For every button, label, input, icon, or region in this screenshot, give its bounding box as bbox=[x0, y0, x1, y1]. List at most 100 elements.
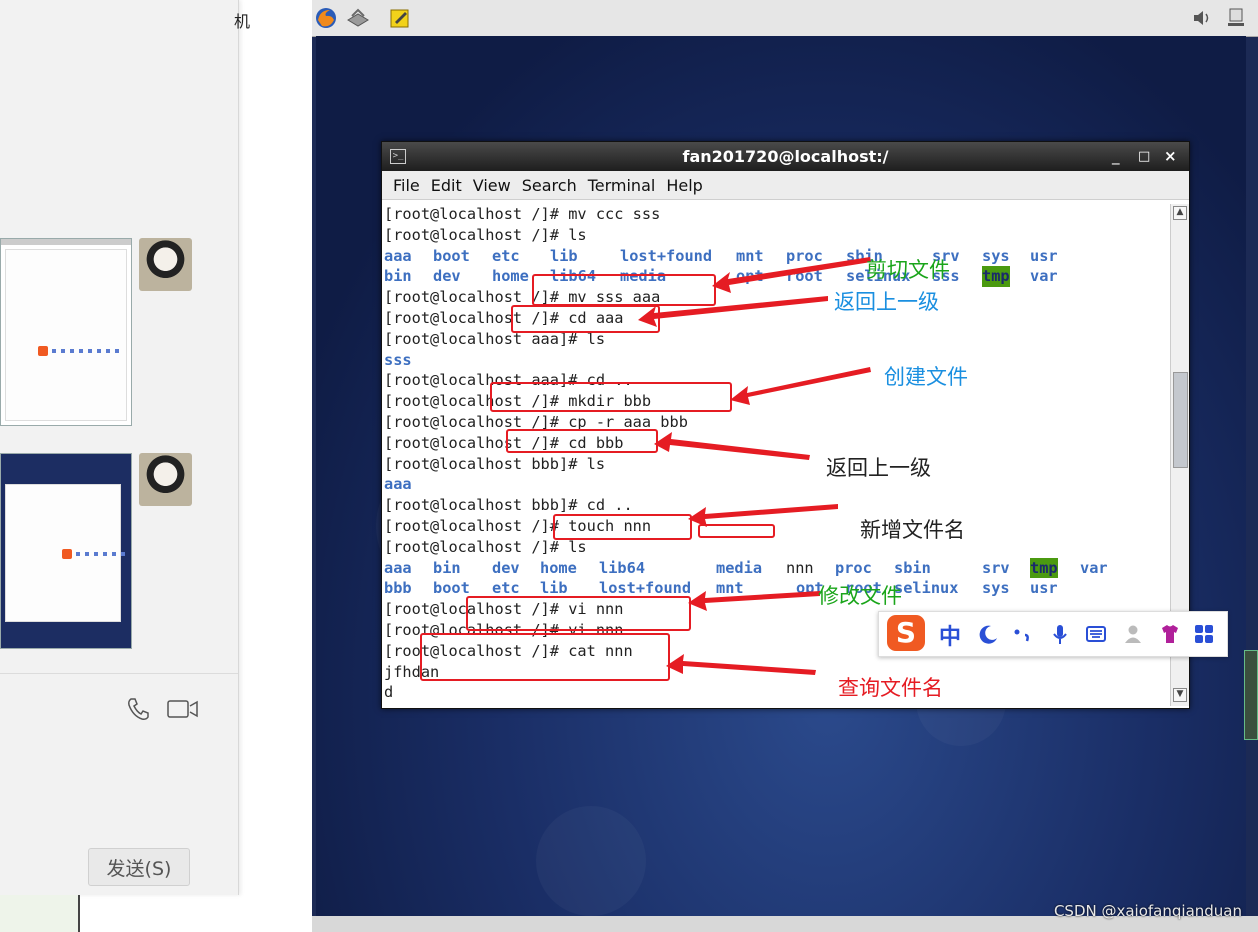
watermark: CSDN @xaiofanqianduan bbox=[1053, 902, 1242, 920]
ime-mode-toggle[interactable]: 中 bbox=[939, 619, 961, 651]
ls-entry: proc bbox=[835, 558, 872, 577]
avatar[interactable] bbox=[139, 453, 192, 506]
annotation-box bbox=[466, 596, 691, 631]
ls-entry: nnn bbox=[786, 558, 814, 577]
menu-search[interactable]: Search bbox=[522, 176, 577, 195]
ls-entry: usr bbox=[1030, 579, 1058, 598]
ls-entry: bbb bbox=[384, 579, 412, 598]
ls-entry: home bbox=[492, 267, 529, 286]
ls-entry: dev bbox=[433, 267, 461, 286]
ls-entry: media bbox=[716, 558, 763, 577]
chat-image-thumbnail[interactable] bbox=[0, 238, 132, 426]
annotation-new-filename: 新增文件名 bbox=[860, 518, 965, 542]
ls-entry: boot bbox=[433, 579, 470, 598]
phone-icon[interactable] bbox=[125, 696, 151, 722]
terminal-line: [root@localhost aaa]# ls bbox=[384, 329, 606, 348]
ls-entry: home bbox=[540, 558, 577, 577]
annotation-go-back-1: 返回上一级 bbox=[834, 290, 939, 314]
annotation-box bbox=[511, 305, 660, 333]
annotation-cut-file: 剪切文件 bbox=[866, 258, 950, 282]
ls-entry: srv bbox=[982, 558, 1010, 577]
ls-entry: lib64 bbox=[599, 558, 646, 577]
scrollbar-thumb[interactable] bbox=[1173, 372, 1188, 468]
network-places-icon[interactable] bbox=[346, 6, 370, 30]
chat-panel: 发送(S) bbox=[0, 0, 239, 895]
ls-entry: root bbox=[786, 267, 823, 286]
notes-icon[interactable] bbox=[388, 6, 412, 30]
ls-entry: sys bbox=[982, 246, 1010, 265]
divider bbox=[0, 673, 238, 674]
ls-entry: var bbox=[1080, 558, 1108, 577]
menu-terminal[interactable]: Terminal bbox=[588, 176, 656, 195]
ls-entry: sys bbox=[982, 579, 1010, 598]
chat-title-fragment: 机 bbox=[234, 12, 251, 31]
terminal-line: [root@localhost bbb]# ls bbox=[384, 454, 606, 473]
terminal-line: [root@localhost /]# cd aaa bbox=[384, 308, 624, 327]
menu-edit[interactable]: Edit bbox=[431, 176, 462, 195]
ls-entry: bin bbox=[433, 558, 461, 577]
user-icon[interactable] bbox=[1123, 623, 1145, 645]
network-icon[interactable] bbox=[1224, 6, 1248, 30]
ls-entry: usr bbox=[1030, 246, 1058, 265]
ime-toolbar: S 中 bbox=[878, 611, 1228, 657]
ls-entry: selinux bbox=[894, 579, 959, 598]
ls-entry: boot bbox=[433, 246, 470, 265]
send-button[interactable]: 发送(S) bbox=[88, 848, 190, 886]
menu-file[interactable]: File bbox=[393, 176, 420, 195]
annotation-box bbox=[506, 429, 658, 453]
menu-help[interactable]: Help bbox=[666, 176, 702, 195]
terminal-line: [root@localhost /]# cp -r aaa bbb bbox=[384, 412, 688, 431]
terminal-menubar: File Edit View Search Terminal Help bbox=[382, 171, 1189, 200]
terminal-titlebar[interactable]: >_ fan201720@localhost:/ _ □ × bbox=[382, 142, 1189, 171]
avatar[interactable] bbox=[139, 238, 192, 291]
ls-entry: tmp bbox=[1030, 557, 1058, 579]
ls-entry: lost+found bbox=[620, 246, 713, 265]
skin-icon[interactable] bbox=[1159, 623, 1181, 645]
ls-entry: dev bbox=[492, 558, 520, 577]
ls-entry: opt bbox=[736, 267, 764, 286]
annotation-box bbox=[553, 514, 692, 540]
annotation-create-file: 创建文件 bbox=[884, 365, 968, 389]
volume-icon[interactable] bbox=[1190, 6, 1214, 30]
vm-scroll-grip[interactable] bbox=[1244, 650, 1258, 740]
terminal-line: aaa bbox=[384, 475, 412, 494]
ls-entry: mnt bbox=[736, 246, 764, 265]
microphone-icon[interactable] bbox=[1049, 623, 1071, 645]
firefox-icon[interactable] bbox=[314, 6, 338, 30]
annotation-modify-file: 修改文件 bbox=[818, 584, 902, 608]
terminal-line: [root@localhost /]# ls bbox=[384, 225, 587, 244]
ls-output-row: aaa boot etc lib lost+found mnt proc sbi… bbox=[384, 246, 1164, 267]
annotation-box bbox=[698, 524, 775, 538]
terminal-line: sss bbox=[384, 350, 412, 369]
keyboard-icon[interactable] bbox=[1085, 623, 1107, 645]
ls-output-row: aaa bin dev home lib64 media nnn proc sb… bbox=[384, 557, 1164, 579]
annotation-go-back-2: 返回上一级 bbox=[826, 456, 931, 480]
ls-entry: sbin bbox=[894, 558, 931, 577]
close-button[interactable]: × bbox=[1164, 147, 1177, 165]
ls-entry: lib bbox=[550, 246, 578, 265]
ls-entry: aaa bbox=[384, 558, 412, 577]
terminal-line: [root@localhost /]# mv ccc sss bbox=[384, 205, 661, 223]
scroll-up-arrow[interactable]: ▲ bbox=[1173, 206, 1187, 220]
sogou-logo-icon[interactable]: S bbox=[887, 615, 925, 651]
terminal-line: d bbox=[384, 683, 394, 702]
terminal-line: [root@localhost /]# cd bbb bbox=[384, 433, 624, 452]
annotation-box bbox=[490, 382, 732, 412]
ls-entry: mnt bbox=[716, 579, 744, 598]
moon-icon[interactable] bbox=[977, 623, 999, 645]
ls-output-row: bin dev home lib64 media opt root selinu… bbox=[384, 266, 1164, 288]
minimize-button[interactable]: _ bbox=[1112, 147, 1120, 165]
punctuation-icon[interactable] bbox=[1011, 623, 1033, 645]
video-call-icon[interactable] bbox=[166, 698, 200, 720]
scroll-down-arrow[interactable]: ▼ bbox=[1173, 688, 1187, 702]
ls-entry: tmp bbox=[982, 266, 1010, 288]
ls-entry: var bbox=[1030, 267, 1058, 286]
ls-entry: etc bbox=[492, 246, 520, 265]
chat-image-thumbnail[interactable] bbox=[0, 453, 132, 649]
menu-view[interactable]: View bbox=[473, 176, 511, 195]
grid-icon[interactable] bbox=[1193, 623, 1215, 645]
maximize-button[interactable]: □ bbox=[1138, 149, 1150, 164]
vm-top-panel bbox=[312, 0, 1258, 37]
terminal-title: fan201720@localhost:/ bbox=[682, 147, 889, 166]
terminal-line: [root@localhost /]# ls bbox=[384, 537, 587, 556]
